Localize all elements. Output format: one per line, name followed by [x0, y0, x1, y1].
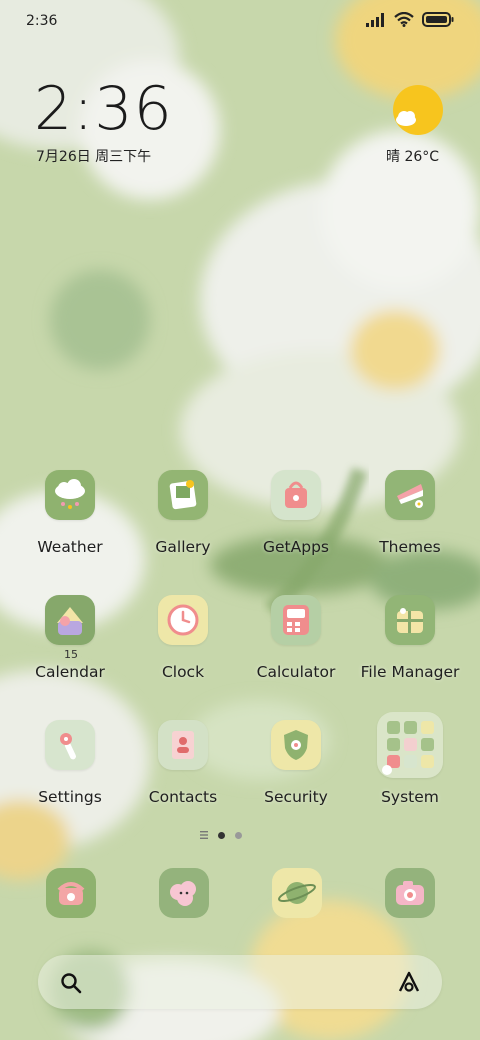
dock-camera[interactable]: [385, 868, 435, 918]
app-label: File Manager: [360, 663, 460, 681]
sunny-cloud-icon[interactable]: [392, 84, 444, 136]
calculator-icon: [271, 595, 321, 645]
gallery-icon: [158, 470, 208, 520]
app-calculator[interactable]: Calculator: [241, 595, 351, 705]
file-manager-icon: [385, 595, 435, 645]
wifi-icon: [394, 12, 414, 27]
page-dot: [235, 831, 242, 839]
app-themes[interactable]: Themes: [355, 470, 465, 580]
search-icon: [61, 973, 82, 994]
dock-browser[interactable]: [272, 868, 322, 918]
app-settings[interactable]: Settings: [15, 720, 125, 830]
app-clock[interactable]: Clock: [128, 595, 238, 705]
calendar-icon: [45, 595, 95, 645]
list-icon: [200, 831, 208, 839]
app-weather[interactable]: Weather: [15, 470, 125, 580]
search-bar[interactable]: [38, 955, 442, 1009]
app-getapps[interactable]: GetApps: [241, 470, 351, 580]
app-contacts[interactable]: Contacts: [128, 720, 238, 830]
widget-weather: 晴 26°C: [386, 149, 440, 165]
app-label: Calendar: [35, 663, 105, 681]
app-label: Weather: [37, 538, 103, 556]
clock-icon: [158, 595, 208, 645]
app-label: Calculator: [256, 663, 336, 681]
status-icons: [366, 12, 454, 27]
signal-icon: [366, 12, 384, 27]
app-label: System: [381, 788, 439, 806]
status-bar: 2:36: [0, 0, 480, 44]
dock-phone[interactable]: [46, 868, 96, 918]
app-label: Clock: [161, 663, 205, 681]
page-dot-active: [218, 831, 225, 839]
security-icon: [271, 720, 321, 770]
app-file-manager[interactable]: File Manager: [355, 595, 465, 705]
widget-date: 7月26日 周三下午: [36, 149, 152, 165]
weather-icon: [45, 470, 95, 520]
calendar-date-badge: 15: [64, 648, 78, 661]
page-indicator[interactable]: [200, 829, 242, 841]
getapps-icon: [271, 470, 321, 520]
status-time: 2:36: [26, 13, 58, 29]
phone-icon: [57, 882, 85, 905]
camera-icon: [396, 881, 424, 905]
contacts-icon: [158, 720, 208, 770]
settings-icon: [45, 720, 95, 770]
themes-icon: [385, 470, 435, 520]
app-gallery[interactable]: Gallery: [128, 470, 238, 580]
assistant-icon[interactable]: [396, 969, 422, 995]
app-system-folder[interactable]: System: [355, 712, 465, 822]
app-label: Settings: [38, 788, 102, 806]
browser-icon: [278, 882, 316, 904]
app-security[interactable]: Security: [241, 720, 351, 830]
widget-clock[interactable]: 2:36: [34, 78, 173, 140]
app-label: GetApps: [263, 538, 329, 556]
app-label: Contacts: [148, 788, 218, 806]
system-folder-icon: [377, 712, 443, 778]
messages-icon: [170, 881, 196, 906]
app-label: Gallery: [155, 538, 211, 556]
app-label: Themes: [379, 538, 441, 556]
app-label: Security: [264, 788, 328, 806]
dock-messages[interactable]: [159, 868, 209, 918]
battery-icon: [422, 12, 454, 27]
